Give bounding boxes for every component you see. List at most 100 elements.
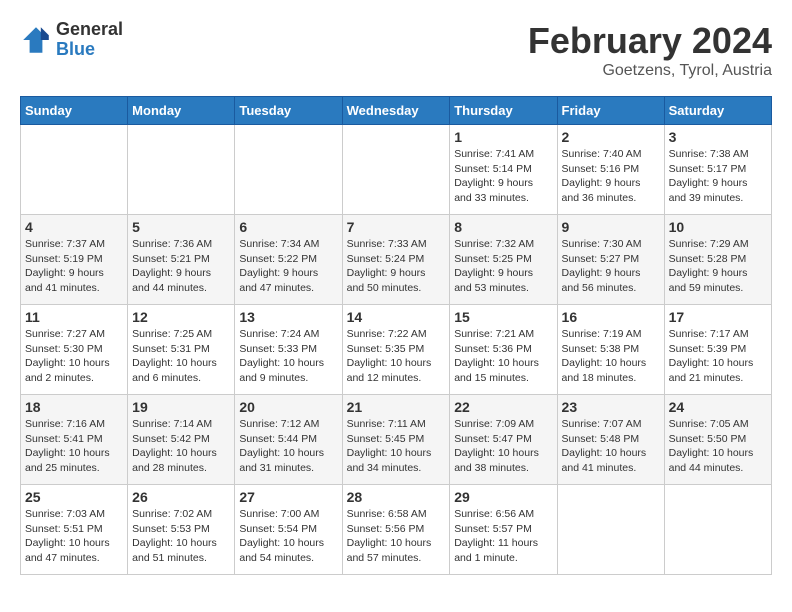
day-info: Sunrise: 7:36 AM Sunset: 5:21 PM Dayligh… [132,237,230,296]
calendar-week-4: 18 Sunrise: 7:16 AM Sunset: 5:41 PM Dayli… [21,395,772,485]
day-number: 13 [239,309,337,325]
calendar-cell [21,125,128,215]
calendar-table: SundayMondayTuesdayWednesdayThursdayFrid… [20,96,772,575]
day-info: Sunrise: 7:40 AM Sunset: 5:16 PM Dayligh… [562,147,660,206]
day-number: 9 [562,219,660,235]
calendar-cell: 15Sunrise: 7:21 AM Sunset: 5:36 PM Dayli… [450,305,557,395]
title-block: February 2024 Goetzens, Tyrol, Austria [528,20,772,80]
location: Goetzens, Tyrol, Austria [528,62,772,80]
calendar-week-1: 1 Sunrise: 7:41 AM Sunset: 5:14 PM Daylig… [21,125,772,215]
day-number: 4 [25,219,123,235]
calendar-cell: 24 Sunrise: 7:05 AM Sunset: 5:50 PM Dayli… [664,395,771,485]
day-number: 26 [132,489,230,505]
day-info: Sunrise: 7:27 AM Sunset: 5:30 PM Dayligh… [25,327,123,386]
weekday-header-wednesday: Wednesday [342,97,450,125]
calendar-cell: 23 Sunrise: 7:07 AM Sunset: 5:48 PM Dayli… [557,395,664,485]
calendar-cell: 8 Sunrise: 7:32 AM Sunset: 5:25 PM Daylig… [450,215,557,305]
weekday-header-thursday: Thursday [450,97,557,125]
day-info: Sunrise: 7:00 AM Sunset: 5:54 PM Dayligh… [239,507,337,566]
day-info: Sunrise: 7:22 AM Sunset: 5:35 PM Dayligh… [347,327,446,386]
calendar-cell: 22Sunrise: 7:09 AM Sunset: 5:47 PM Dayli… [450,395,557,485]
day-number: 18 [25,399,123,415]
day-number: 19 [132,399,230,415]
weekday-header-friday: Friday [557,97,664,125]
day-info: Sunrise: 7:32 AM Sunset: 5:25 PM Dayligh… [454,237,552,296]
day-info: Sunrise: 7:41 AM Sunset: 5:14 PM Dayligh… [454,147,552,206]
weekday-header-saturday: Saturday [664,97,771,125]
day-info: Sunrise: 7:02 AM Sunset: 5:53 PM Dayligh… [132,507,230,566]
calendar-cell [664,485,771,575]
day-info: Sunrise: 7:03 AM Sunset: 5:51 PM Dayligh… [25,507,123,566]
logo: General Blue [20,20,123,60]
day-info: Sunrise: 7:07 AM Sunset: 5:48 PM Dayligh… [562,417,660,476]
calendar-cell: 29 Sunrise: 6:56 AM Sunset: 5:57 PM Dayli… [450,485,557,575]
day-number: 8 [454,219,552,235]
day-info: Sunrise: 7:14 AM Sunset: 5:42 PM Dayligh… [132,417,230,476]
calendar-cell: 17 Sunrise: 7:17 AM Sunset: 5:39 PM Dayli… [664,305,771,395]
day-number: 16 [562,309,660,325]
day-number: 25 [25,489,123,505]
day-number: 11 [25,309,123,325]
calendar-cell: 3 Sunrise: 7:38 AM Sunset: 5:17 PM Daylig… [664,125,771,215]
day-info: Sunrise: 7:19 AM Sunset: 5:38 PM Dayligh… [562,327,660,386]
calendar-cell [342,125,450,215]
weekday-header-sunday: Sunday [21,97,128,125]
day-number: 21 [347,399,446,415]
logo-general-text: General [56,20,123,40]
day-number: 1 [454,129,552,145]
calendar-cell: 1 Sunrise: 7:41 AM Sunset: 5:14 PM Daylig… [450,125,557,215]
day-number: 23 [562,399,660,415]
day-number: 10 [669,219,767,235]
day-info: Sunrise: 7:37 AM Sunset: 5:19 PM Dayligh… [25,237,123,296]
logo-text: General Blue [56,20,123,60]
day-info: Sunrise: 7:09 AM Sunset: 5:47 PM Dayligh… [454,417,552,476]
day-number: 15 [454,309,552,325]
day-number: 14 [347,309,446,325]
day-info: Sunrise: 7:17 AM Sunset: 5:39 PM Dayligh… [669,327,767,386]
day-info: Sunrise: 7:12 AM Sunset: 5:44 PM Dayligh… [239,417,337,476]
calendar-cell: 16 Sunrise: 7:19 AM Sunset: 5:38 PM Dayli… [557,305,664,395]
day-info: Sunrise: 6:56 AM Sunset: 5:57 PM Dayligh… [454,507,552,566]
day-info: Sunrise: 6:58 AM Sunset: 5:56 PM Dayligh… [347,507,446,566]
calendar-cell: 4 Sunrise: 7:37 AM Sunset: 5:19 PM Daylig… [21,215,128,305]
calendar-cell: 2 Sunrise: 7:40 AM Sunset: 5:16 PM Daylig… [557,125,664,215]
day-number: 20 [239,399,337,415]
page-header: General Blue February 2024 Goetzens, Tyr… [20,20,772,80]
month-title: February 2024 [528,20,772,62]
logo-blue-text: Blue [56,40,123,60]
logo-icon [20,24,52,56]
day-number: 2 [562,129,660,145]
calendar-cell: 19 Sunrise: 7:14 AM Sunset: 5:42 PM Dayli… [128,395,235,485]
day-info: Sunrise: 7:16 AM Sunset: 5:41 PM Dayligh… [25,417,123,476]
day-number: 17 [669,309,767,325]
calendar-week-3: 11 Sunrise: 7:27 AM Sunset: 5:30 PM Dayli… [21,305,772,395]
calendar-cell: 7 Sunrise: 7:33 AM Sunset: 5:24 PM Daylig… [342,215,450,305]
day-info: Sunrise: 7:30 AM Sunset: 5:27 PM Dayligh… [562,237,660,296]
calendar-cell [128,125,235,215]
day-info: Sunrise: 7:05 AM Sunset: 5:50 PM Dayligh… [669,417,767,476]
day-number: 24 [669,399,767,415]
day-info: Sunrise: 7:38 AM Sunset: 5:17 PM Dayligh… [669,147,767,206]
calendar-cell: 10Sunrise: 7:29 AM Sunset: 5:28 PM Dayli… [664,215,771,305]
day-number: 27 [239,489,337,505]
day-info: Sunrise: 7:24 AM Sunset: 5:33 PM Dayligh… [239,327,337,386]
day-info: Sunrise: 7:25 AM Sunset: 5:31 PM Dayligh… [132,327,230,386]
calendar-cell: 20 Sunrise: 7:12 AM Sunset: 5:44 PM Dayli… [235,395,342,485]
weekday-header-row: SundayMondayTuesdayWednesdayThursdayFrid… [21,97,772,125]
day-info: Sunrise: 7:33 AM Sunset: 5:24 PM Dayligh… [347,237,446,296]
calendar-cell: 18 Sunrise: 7:16 AM Sunset: 5:41 PM Dayli… [21,395,128,485]
day-info: Sunrise: 7:34 AM Sunset: 5:22 PM Dayligh… [239,237,337,296]
calendar-cell [235,125,342,215]
calendar-cell: 28 Sunrise: 6:58 AM Sunset: 5:56 PM Dayli… [342,485,450,575]
calendar-cell: 26 Sunrise: 7:02 AM Sunset: 5:53 PM Dayli… [128,485,235,575]
day-number: 5 [132,219,230,235]
day-number: 29 [454,489,552,505]
calendar-cell [557,485,664,575]
calendar-cell: 6 Sunrise: 7:34 AM Sunset: 5:22 PM Daylig… [235,215,342,305]
day-number: 7 [347,219,446,235]
calendar-cell: 13 Sunrise: 7:24 AM Sunset: 5:33 PM Dayli… [235,305,342,395]
day-number: 28 [347,489,446,505]
day-number: 3 [669,129,767,145]
weekday-header-monday: Monday [128,97,235,125]
day-number: 6 [239,219,337,235]
